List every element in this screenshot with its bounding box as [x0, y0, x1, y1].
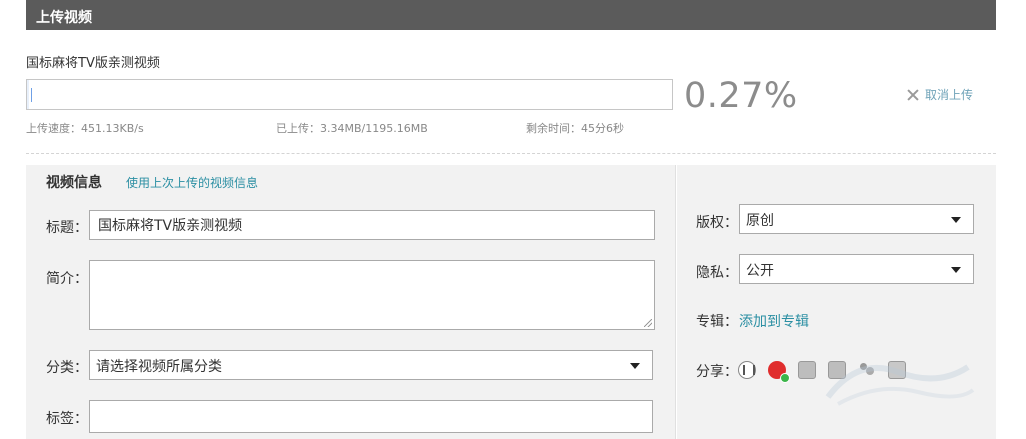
close-icon [906, 88, 920, 102]
upload-percent: 0.27% [684, 76, 798, 116]
header-bar: 上传视频 [26, 0, 996, 30]
page-title: 上传视频 [36, 10, 92, 26]
privacy-selected: 公开 [746, 263, 774, 279]
resize-grip-icon[interactable] [644, 319, 652, 327]
remaining-time: 剩余时间：45分6秒 [526, 120, 624, 136]
chevron-down-icon [951, 217, 961, 223]
copyright-label: 版权： [696, 215, 738, 231]
copyright-selected: 原创 [746, 213, 774, 229]
renren-icon[interactable] [738, 361, 756, 379]
share-gray-icon[interactable] [798, 361, 816, 379]
title-label: 标题： [46, 220, 88, 236]
section-divider [26, 153, 996, 154]
upload-file-name: 国标麻将TV版亲测视频 [26, 56, 160, 71]
intro-textarea[interactable] [89, 260, 655, 330]
privacy-label: 隐私： [696, 265, 738, 281]
weibo-icon[interactable] [768, 361, 790, 383]
add-to-album-link[interactable]: 添加到专辑 [739, 311, 809, 331]
progress-caret [31, 88, 32, 102]
upload-speed-label: 上传速度： [26, 122, 81, 135]
upload-speed: 上传速度：451.13KB/s [26, 120, 144, 136]
copyright-select[interactable]: 原创 [739, 204, 974, 234]
remaining-time-value: 45分6秒 [581, 122, 624, 135]
chevron-down-icon [630, 363, 640, 369]
uploaded-size: 已上传：3.34MB/1195.16MB [276, 120, 428, 136]
category-select[interactable]: 请选择视频所属分类 [89, 350, 653, 380]
cancel-upload-button[interactable]: 取消上传 [906, 86, 973, 103]
video-info-heading: 视频信息 [46, 175, 102, 191]
title-input[interactable] [89, 210, 655, 240]
tags-input[interactable] [89, 400, 653, 433]
privacy-select[interactable]: 公开 [739, 254, 974, 284]
reuse-last-info-link[interactable]: 使用上次上传的视频信息 [126, 174, 258, 191]
cancel-upload-label: 取消上传 [925, 88, 974, 102]
upload-speed-value: 451.13KB/s [81, 122, 144, 135]
watermark-logo [825, 364, 975, 406]
album-label: 专辑： [696, 314, 738, 330]
chevron-down-icon [951, 267, 961, 273]
uploaded-size-label: 已上传： [276, 122, 320, 135]
remaining-time-label: 剩余时间： [526, 122, 581, 135]
category-label: 分类： [46, 360, 88, 376]
upload-progress-fill [27, 80, 29, 109]
uploaded-size-value: 3.34MB/1195.16MB [320, 122, 428, 135]
share-label: 分享： [696, 364, 738, 380]
upload-progress-bar [26, 79, 673, 110]
tags-label: 标签： [46, 411, 88, 427]
intro-label: 简介： [46, 271, 88, 287]
category-selected: 请选择视频所属分类 [96, 359, 222, 375]
check-icon [780, 373, 790, 383]
